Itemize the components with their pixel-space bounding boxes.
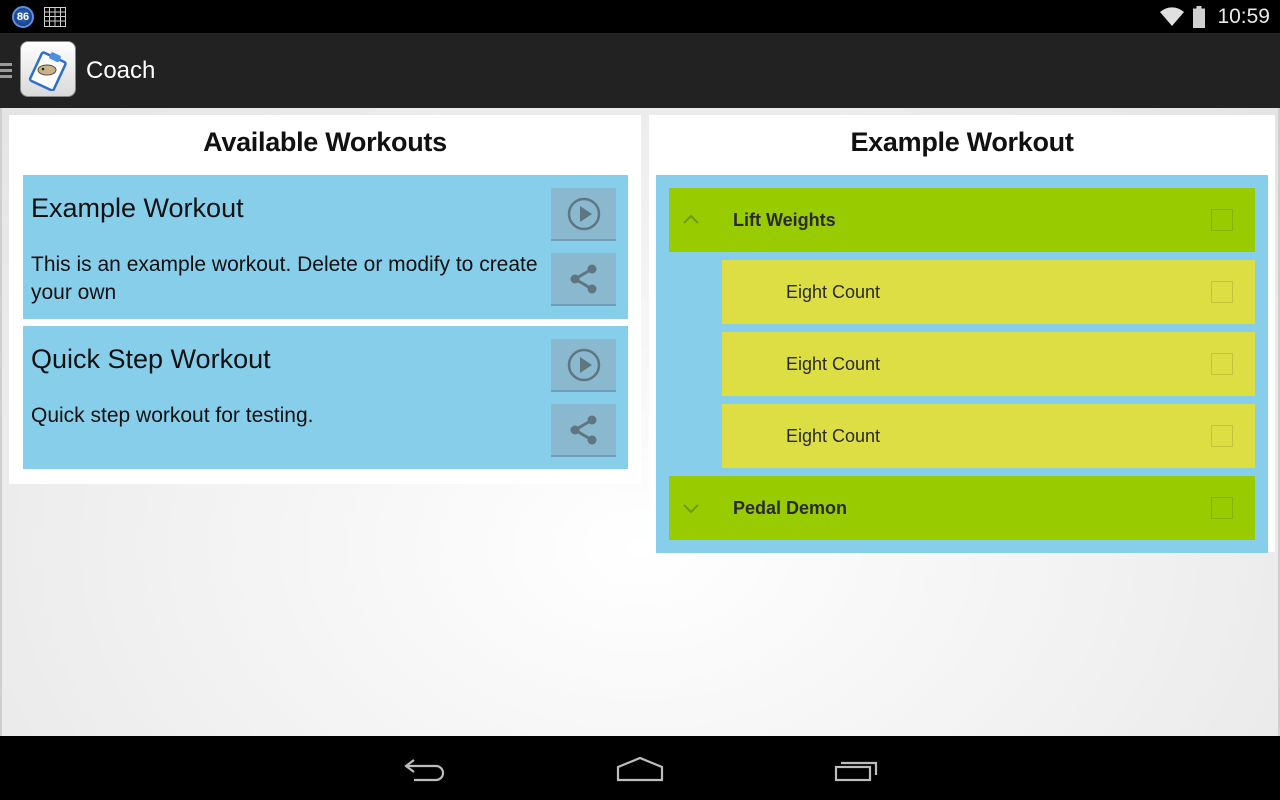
- chevron-down-icon[interactable]: [681, 498, 701, 518]
- workout-card[interactable]: Quick Step Workout Quick step workout fo…: [23, 326, 628, 469]
- play-workout-button[interactable]: [551, 188, 616, 241]
- workout-description: Quick step workout for testing.: [31, 404, 314, 427]
- exercise-row[interactable]: Eight Count: [722, 404, 1255, 468]
- home-button[interactable]: [610, 754, 670, 784]
- exercise-group-row[interactable]: Pedal Demon: [669, 476, 1255, 540]
- play-icon: [567, 348, 600, 381]
- workout-description: This is an example workout. Delete or mo…: [31, 253, 538, 304]
- navigation-bar: [0, 736, 1280, 800]
- exercise-checkbox[interactable]: [1211, 353, 1233, 375]
- system-status: 10:59: [1159, 0, 1270, 33]
- calendar-grid-icon: [44, 7, 66, 27]
- clipboard-coach-icon[interactable]: [20, 41, 76, 97]
- notification-area: 86: [12, 6, 66, 28]
- workout-detail-panel: Example Workout Lift Weights Eight Count…: [649, 115, 1275, 553]
- workout-detail-title: Example Workout: [850, 127, 1074, 157]
- status-bar: 86 10:59: [0, 0, 1280, 33]
- content-area: Available Workouts Example Workout This …: [0, 108, 1280, 736]
- share-workout-button[interactable]: [551, 404, 616, 457]
- action-bar: Coach: [0, 33, 1280, 108]
- share-icon: [570, 415, 596, 444]
- share-workout-button[interactable]: [551, 253, 616, 306]
- available-workouts-title: Available Workouts: [203, 127, 447, 157]
- exercise-checkbox[interactable]: [1211, 281, 1233, 303]
- wifi-icon: [1160, 6, 1185, 26]
- exercise-label: Eight Count: [786, 281, 881, 302]
- back-button[interactable]: [394, 754, 454, 784]
- workout-name: Quick Step Workout: [31, 344, 271, 374]
- badge-86-icon: 86: [12, 6, 34, 28]
- play-workout-button[interactable]: [551, 339, 616, 392]
- exercise-group-label: Lift Weights: [733, 209, 836, 230]
- home-icon: [616, 756, 664, 782]
- recents-icon: [834, 761, 878, 782]
- recents-button[interactable]: [827, 754, 887, 784]
- back-icon: [404, 759, 445, 782]
- exercise-checkbox[interactable]: [1211, 425, 1233, 447]
- exercise-group-row[interactable]: Lift Weights: [669, 188, 1255, 252]
- exercise-group-label: Pedal Demon: [733, 497, 848, 518]
- exercise-row[interactable]: Eight Count: [722, 332, 1255, 396]
- exercise-label: Eight Count: [786, 425, 881, 446]
- clock: 10:59: [1217, 4, 1270, 28]
- share-icon: [570, 264, 596, 293]
- hamburger-icon[interactable]: [0, 63, 12, 79]
- notification-badge-count: 86: [16, 11, 30, 23]
- workout-name: Example Workout: [31, 193, 244, 223]
- exercise-label: Eight Count: [786, 353, 881, 374]
- app-title: Coach: [86, 57, 156, 84]
- chevron-up-icon[interactable]: [681, 210, 701, 230]
- battery-icon: [1193, 5, 1206, 28]
- exercise-group-checkbox[interactable]: [1211, 497, 1233, 519]
- exercise-tree: Lift Weights Eight Count Eight Count Eig…: [656, 175, 1268, 553]
- play-icon: [567, 197, 600, 230]
- exercise-group-checkbox[interactable]: [1211, 209, 1233, 231]
- workout-card[interactable]: Example Workout This is an example worko…: [23, 175, 628, 319]
- available-workouts-panel: Available Workouts Example Workout This …: [9, 115, 641, 484]
- exercise-row[interactable]: Eight Count: [722, 260, 1255, 324]
